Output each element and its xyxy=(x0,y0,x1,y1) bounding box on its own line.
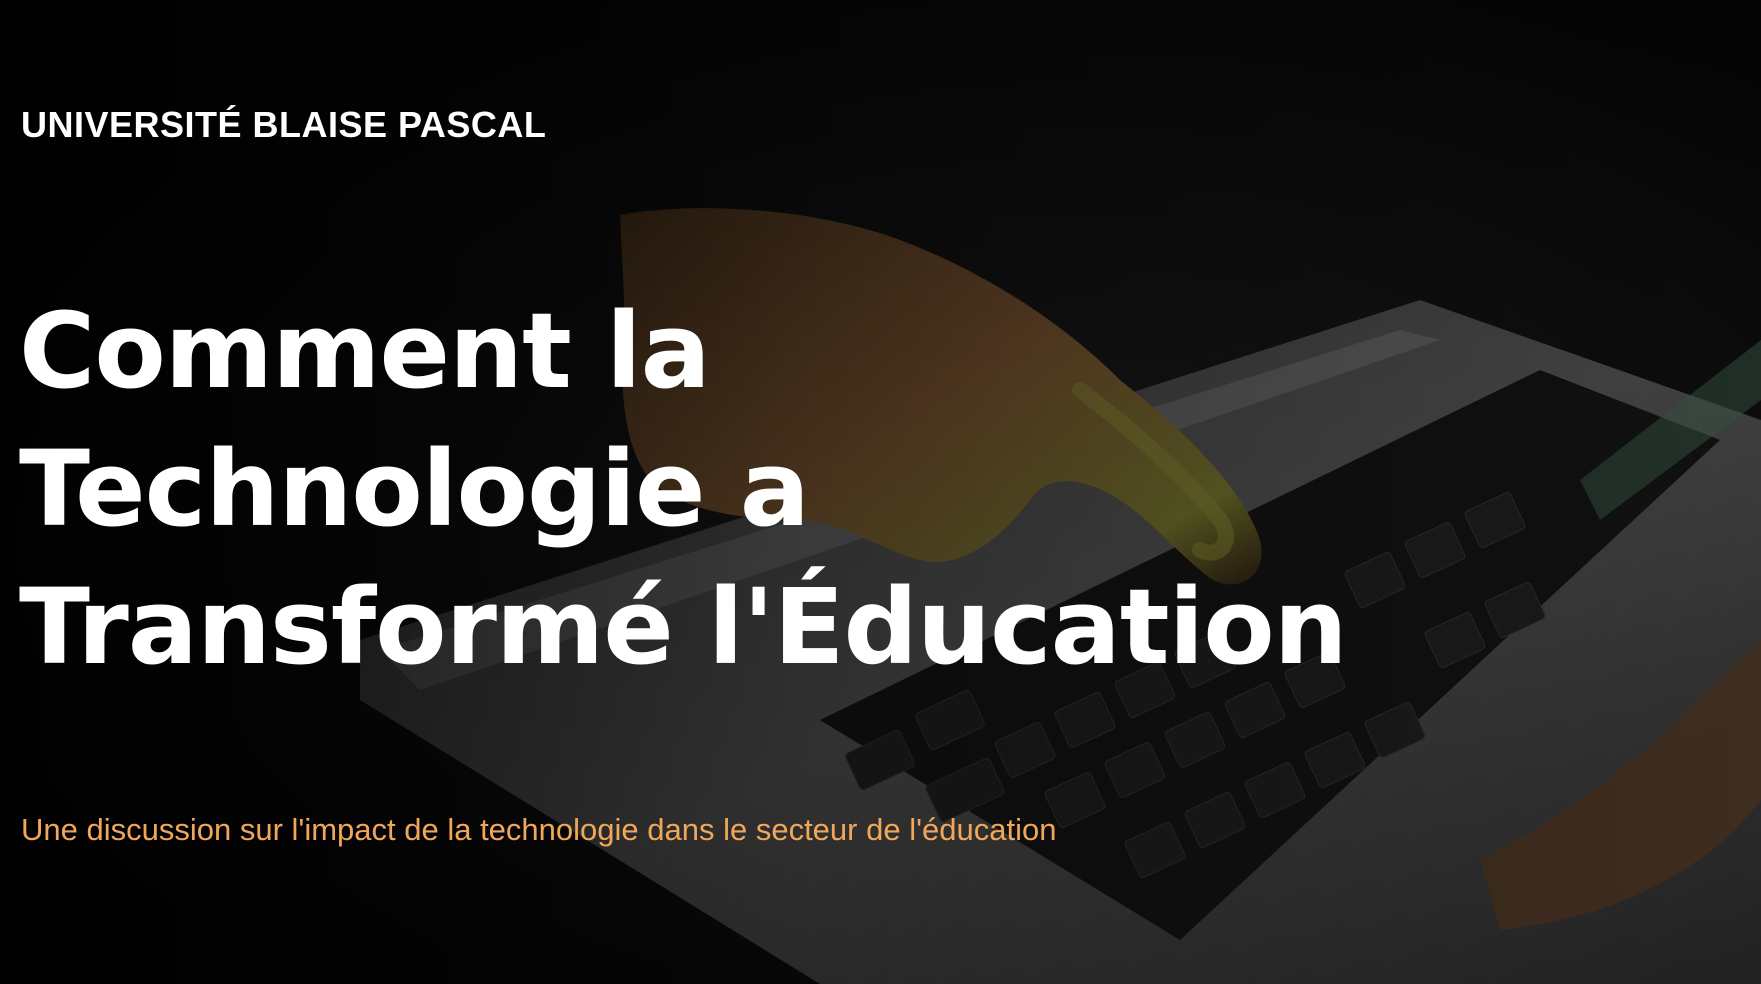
slide-title: Comment la Technologie a Transformé l'Éd… xyxy=(19,282,1348,696)
title-line-1: Comment la xyxy=(19,290,711,412)
title-line-3: Transformé l'Éducation xyxy=(19,566,1348,688)
university-name: UNIVERSITÉ BLAISE PASCAL xyxy=(21,104,547,145)
title-slide: UNIVERSITÉ BLAISE PASCAL Comment la Tech… xyxy=(0,0,1761,984)
slide-subtitle: Une discussion sur l'impact de la techno… xyxy=(21,812,1057,847)
title-line-2: Technologie a xyxy=(19,428,810,550)
